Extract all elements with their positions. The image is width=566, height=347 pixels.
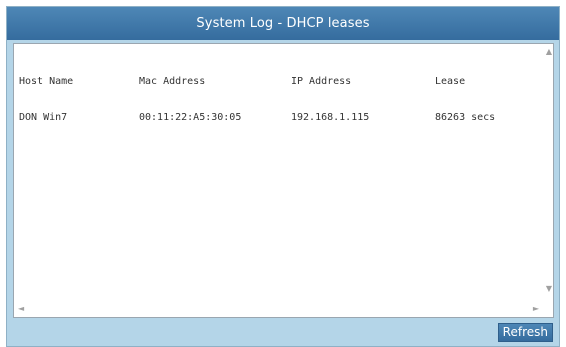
scroll-left-icon[interactable]: ◄ xyxy=(18,305,24,313)
mac-address-cell: 00:11:22:A5:30:05 xyxy=(139,112,242,123)
table-header-row: Host Name Mac Address IP Address Lease xyxy=(19,76,525,88)
column-header-mac-address: Mac Address xyxy=(139,76,206,87)
column-header-host-name: Host Name xyxy=(19,76,74,87)
lease-cell: 86263 secs xyxy=(435,112,496,123)
scroll-down-icon[interactable]: ▼ xyxy=(546,285,552,293)
column-header-ip-address: IP Address xyxy=(291,76,352,87)
refresh-button[interactable]: Refresh xyxy=(497,323,553,342)
scroll-right-icon[interactable]: ► xyxy=(533,305,539,313)
system-log-window: System Log - DHCP leases Host Name Mac A… xyxy=(6,6,560,347)
ip-address-cell: 192.168.1.115 xyxy=(291,112,370,123)
host-name-cell: DON Win7 xyxy=(19,112,68,123)
scroll-up-icon[interactable]: ▲ xyxy=(546,48,552,56)
column-header-lease: Lease xyxy=(435,76,466,87)
window-title-bar: System Log - DHCP leases xyxy=(7,7,559,40)
page-title: System Log - DHCP leases xyxy=(196,16,370,31)
dhcp-leases-log[interactable]: Host Name Mac Address IP Address Lease D… xyxy=(13,43,554,318)
table-row: DON Win7 00:11:22:A5:30:05 192.168.1.115… xyxy=(19,112,525,124)
dhcp-leases-table: Host Name Mac Address IP Address Lease D… xyxy=(19,52,525,148)
